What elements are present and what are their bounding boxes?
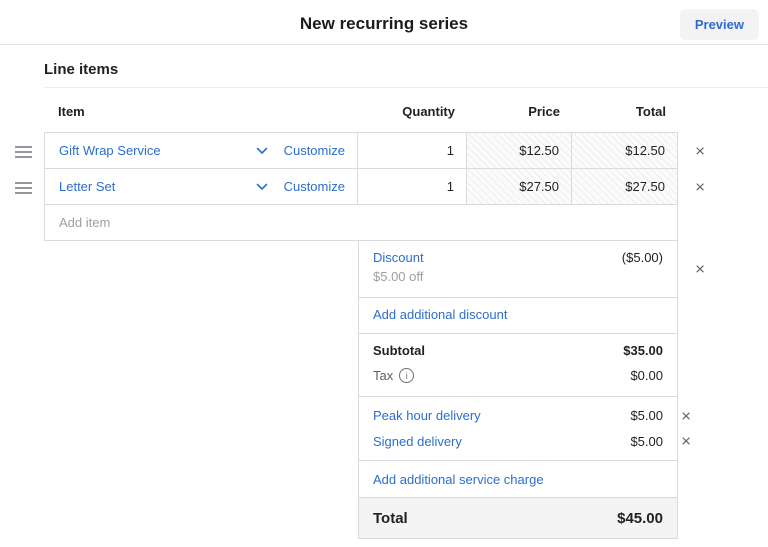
tax-label: Tax i [373, 368, 415, 383]
service-charge-row: Signed delivery $5.00 × [373, 429, 691, 455]
remove-discount-icon[interactable]: × [695, 261, 705, 278]
column-header-quantity: Quantity [402, 104, 455, 119]
page-title: New recurring series [299, 14, 469, 33]
item-select[interactable]: Gift Wrap Service [59, 143, 256, 158]
line-items-heading: Line items [44, 61, 119, 78]
service-charge-amount: $5.00 [630, 408, 663, 424]
discount-description: $5.00 off [373, 269, 424, 284]
summary-panel: Discount ($5.00) $5.00 off × Add additio… [358, 240, 705, 539]
quantity-field[interactable]: 1 [357, 133, 466, 168]
tax-amount: $0.00 [630, 368, 663, 383]
customize-link[interactable]: Customize [284, 143, 345, 158]
total-cell: $12.50 [571, 133, 677, 168]
table-row: Letter Set Customize 1 $27.50 $27.50 × [15, 168, 705, 205]
tax-text: Tax [373, 368, 394, 383]
service-charge-link[interactable]: Peak hour delivery [373, 408, 481, 423]
line-items-table: Item Quantity Price Total Gift Wrap Serv… [0, 100, 768, 539]
drag-handle-icon[interactable] [15, 182, 32, 194]
price-cell: $27.50 [466, 169, 571, 204]
chevron-down-icon[interactable] [256, 183, 268, 191]
total-cell: $27.50 [571, 169, 677, 204]
add-service-charge-row: Add additional service charge [358, 460, 678, 498]
total-label: Total [373, 509, 408, 527]
discount-row: Discount ($5.00) $5.00 off × [358, 240, 705, 298]
remove-line-icon[interactable]: × [695, 142, 705, 159]
item-cell: Letter Set Customize [45, 169, 357, 204]
page-header: New recurring series Preview [0, 0, 768, 45]
service-charge-row: Peak hour delivery $5.00 × [373, 403, 691, 429]
service-charge-amount: $5.00 [630, 433, 663, 449]
table-row: Gift Wrap Service Customize 1 $12.50 $12… [15, 132, 705, 169]
customize-link[interactable]: Customize [284, 179, 345, 194]
section-divider [44, 87, 768, 88]
item-select[interactable]: Letter Set [59, 179, 256, 194]
total-row: Total $45.00 [358, 497, 678, 539]
discount-link[interactable]: Discount [373, 250, 424, 265]
remove-charge-icon[interactable]: × [681, 407, 691, 424]
add-item-input[interactable] [45, 205, 677, 240]
column-header-price: Price [528, 104, 560, 119]
remove-line-icon[interactable]: × [695, 178, 705, 195]
remove-charge-icon[interactable]: × [681, 433, 691, 450]
chevron-down-icon[interactable] [256, 147, 268, 155]
column-header-item: Item [58, 104, 85, 119]
quantity-field[interactable]: 1 [357, 169, 466, 204]
add-additional-discount-link[interactable]: Add additional discount [373, 307, 507, 322]
drag-handle-icon[interactable] [15, 146, 32, 158]
discount-amount: ($5.00) [621, 250, 663, 265]
info-icon[interactable]: i [399, 368, 415, 383]
add-item-row [44, 204, 678, 241]
table-header-row: Item Quantity Price Total [44, 100, 678, 132]
subtotal-section: Subtotal $35.00 Tax i $0.00 [358, 333, 678, 397]
total-amount: $45.00 [617, 509, 663, 527]
price-cell: $12.50 [466, 133, 571, 168]
subtotal-label: Subtotal [373, 343, 425, 358]
service-charge-link[interactable]: Signed delivery [373, 434, 462, 449]
add-discount-row: Add additional discount [358, 297, 678, 334]
recurring-series-page: New recurring series Preview Line items … [0, 0, 768, 547]
subtotal-amount: $35.00 [623, 343, 663, 358]
preview-button[interactable]: Preview [679, 9, 759, 40]
add-additional-service-charge-link[interactable]: Add additional service charge [373, 472, 544, 487]
item-cell: Gift Wrap Service Customize [45, 133, 357, 168]
column-header-total: Total [635, 104, 666, 119]
service-charges-section: Peak hour delivery $5.00 × Signed delive… [358, 396, 691, 461]
